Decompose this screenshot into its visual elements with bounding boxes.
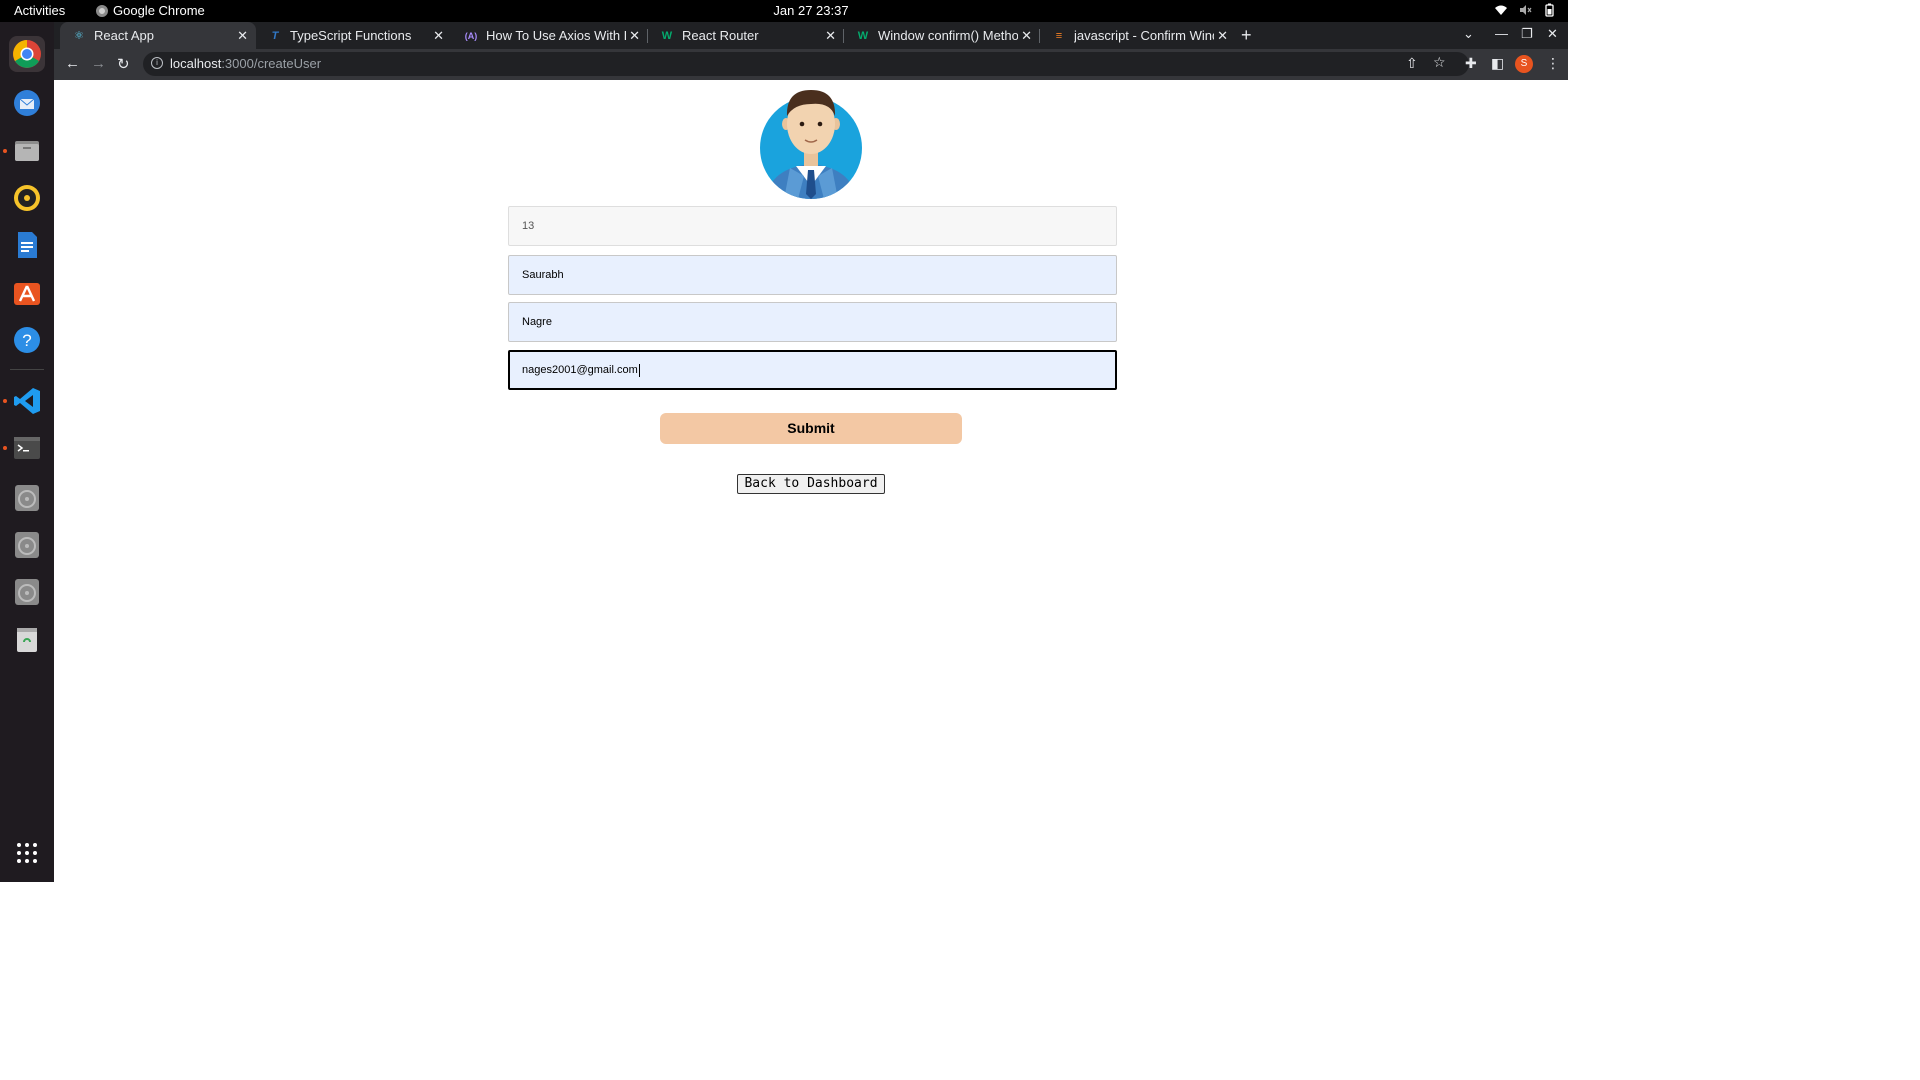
running-indicator [3,149,7,153]
writer-dock-item[interactable] [9,227,45,263]
url-path: :3000/createUser [221,56,322,71]
browser-toolbar: ← → ↻ i localhost:3000/createUser ⇧ ☆ ✚ … [54,49,1568,80]
tab-strip: ⚛ React App ✕ T TypeScript Functions ✕ (… [54,22,1568,49]
tab-typescript-functions[interactable]: T TypeScript Functions ✕ [256,22,452,49]
w3schools-icon: W [857,29,869,42]
chrome-icon [13,40,41,68]
tab-react-app[interactable]: ⚛ React App ✕ [60,22,256,49]
vscode-icon [14,388,40,414]
thunderbird-icon [14,90,40,116]
user-id-field[interactable]: 13 [508,206,1117,246]
ubuntu-dock: ? [0,22,54,882]
site-info-icon[interactable]: i [151,57,163,69]
disc-dock-item-2[interactable] [9,527,45,563]
tab-title: javascript - Confirm Wind [1074,28,1214,43]
disc-dock-item-3[interactable] [9,574,45,610]
page-content: 13 Saurabh Nagre nages2001@gmail.com Sub… [54,81,1568,882]
side-panel-icon[interactable]: ◧ [1491,55,1504,72]
tab-axios[interactable]: (A) How To Use Axios With Re ✕ [452,22,648,49]
close-tab-icon[interactable]: ✕ [237,28,248,44]
last-name-value: Nagre [522,316,552,328]
minimize-icon[interactable]: — [1495,26,1508,41]
close-tab-icon[interactable]: ✕ [629,28,640,44]
w3schools-icon: W [661,29,673,42]
url-text[interactable]: localhost:3000/createUser [170,56,321,71]
app-center-dock-item[interactable] [9,274,45,310]
battery-icon [1545,3,1554,17]
back-arrow-icon[interactable]: ← [65,55,80,72]
profile-avatar[interactable]: S [1515,55,1533,73]
help-dock-item[interactable]: ? [9,322,45,358]
close-tab-icon[interactable]: ✕ [825,28,836,44]
first-name-value: Saurabh [522,269,564,281]
trash-icon [17,628,37,652]
files-icon [15,141,39,161]
rhythmbox-icon [14,185,40,211]
tab-react-router[interactable]: W React Router ✕ [648,22,844,49]
help-icon: ? [14,327,40,353]
tab-title: Window confirm() Metho [878,28,1018,43]
running-indicator [3,399,7,403]
disc-dock-item-1[interactable] [9,480,45,516]
reload-icon[interactable]: ↻ [117,55,130,73]
new-tab-button[interactable]: + [1241,25,1252,46]
bookmark-star-icon[interactable]: ☆ [1433,54,1446,71]
trash-dock-item[interactable] [9,621,45,657]
disc-icon [15,532,39,558]
share-icon[interactable]: ⇧ [1406,55,1418,72]
writer-icon [18,232,37,258]
url-host: localhost [170,56,222,71]
show-apps-button[interactable] [9,835,45,871]
tab-title: React App [94,28,154,43]
vscode-dock-item[interactable] [9,383,45,419]
stackoverflow-icon: ≡ [1055,29,1063,42]
app-center-icon [14,283,40,305]
back-to-dashboard-button[interactable]: Back to Dashboard [737,474,885,494]
files-dock-item[interactable] [9,132,45,168]
close-tab-icon[interactable]: ✕ [1217,28,1228,44]
system-top-bar: Activities Google Chrome Jan 27 23:37 [0,0,1568,22]
address-bar[interactable]: i localhost:3000/createUser ⇧ ☆ [143,52,1469,76]
dock-separator [10,369,44,370]
email-field[interactable]: nages2001@gmail.com [508,350,1117,390]
tab-title: React Router [682,28,759,43]
chrome-dock-item[interactable] [9,36,45,72]
react-icon: ⚛ [74,30,84,42]
menu-kebab-icon[interactable]: ⋮ [1546,55,1560,72]
restore-icon[interactable]: ❐ [1521,26,1533,42]
tab-stackoverflow[interactable]: ≡ javascript - Confirm Wind ✕ [1040,22,1236,49]
axios-icon: (A) [464,30,478,41]
email-value: nages2001@gmail.com [522,364,638,376]
running-indicator [3,446,7,450]
extensions-icon[interactable]: ✚ [1465,55,1477,72]
typescript-icon: T [271,29,279,42]
close-tab-icon[interactable]: ✕ [433,28,444,44]
system-tray[interactable] [1494,3,1556,17]
close-tab-icon[interactable]: ✕ [1021,28,1032,44]
user-id-value: 13 [522,220,535,232]
terminal-icon [14,437,40,459]
user-avatar-image [760,90,862,199]
clock[interactable]: Jan 27 23:37 [0,3,1622,18]
volume-muted-icon [1520,5,1532,15]
tab-title: How To Use Axios With Re [486,28,626,43]
submit-button[interactable]: Submit [660,413,962,444]
rhythmbox-dock-item[interactable] [9,180,45,216]
last-name-field[interactable]: Nagre [508,302,1117,342]
first-name-field[interactable]: Saurabh [508,255,1117,295]
thunderbird-dock-item[interactable] [9,85,45,121]
terminal-dock-item[interactable] [9,430,45,466]
tab-window-confirm[interactable]: W Window confirm() Metho ✕ [844,22,1040,49]
text-caret [638,363,640,377]
tab-search-icon[interactable]: ⌄ [1463,26,1474,42]
app-grid-icon [17,843,37,863]
disc-icon [15,579,39,605]
svg-text:?: ? [22,331,31,350]
disc-icon [15,485,39,511]
tab-title: TypeScript Functions [290,28,412,43]
forward-arrow-icon[interactable]: → [91,55,106,72]
wifi-icon [1495,5,1507,15]
close-window-icon[interactable]: ✕ [1547,26,1558,42]
